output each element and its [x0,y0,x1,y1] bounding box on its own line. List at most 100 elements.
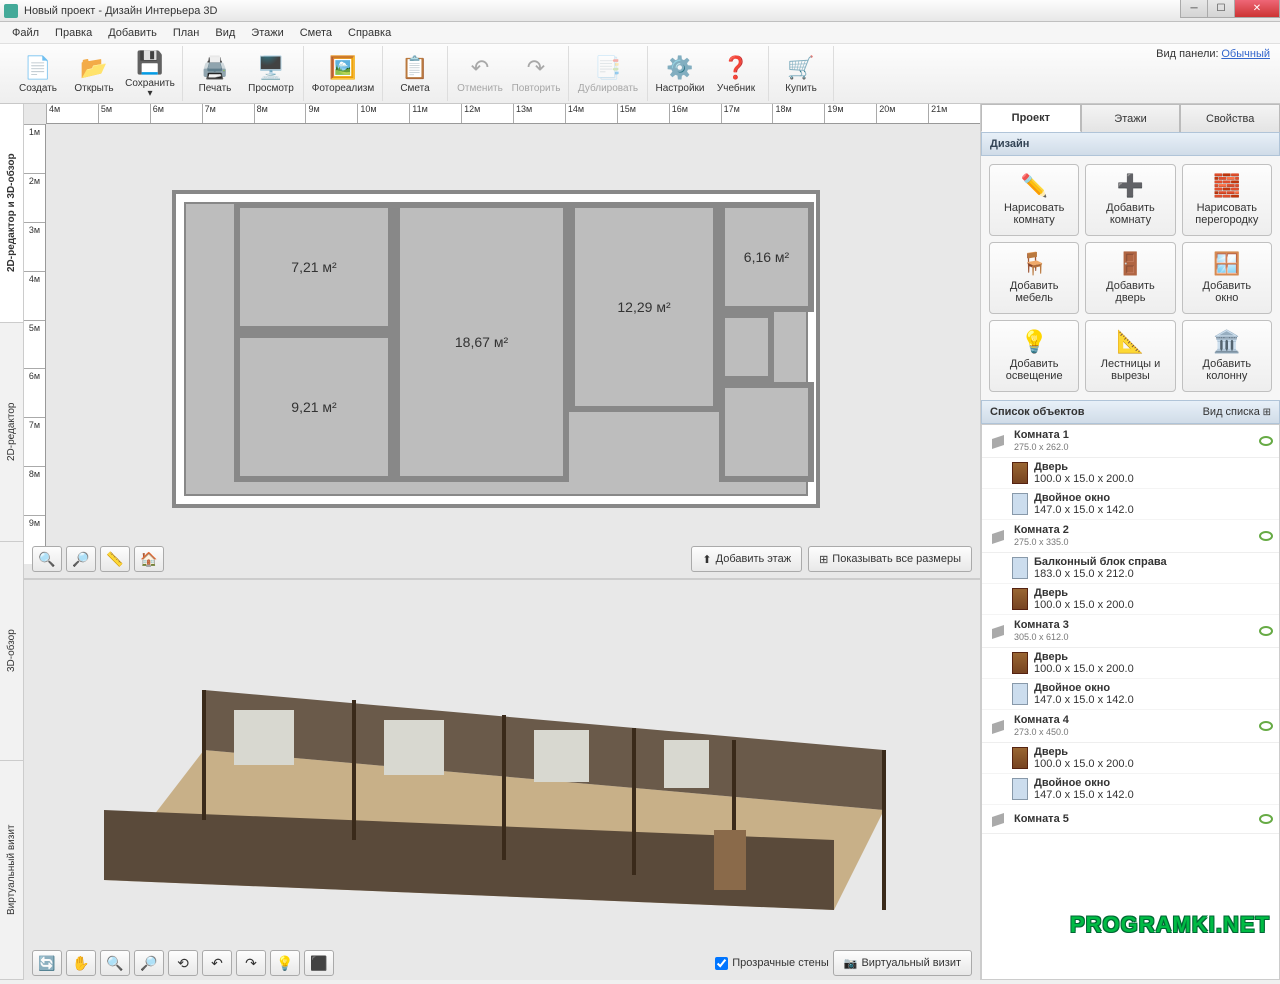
home-icon[interactable]: 🏠 [134,546,164,572]
zoom-out-3d-icon[interactable]: 🔍 [100,950,130,976]
menu-Вид[interactable]: Вид [207,24,243,42]
room[interactable]: 7,21 м² [234,202,394,332]
menu-Смета[interactable]: Смета [292,24,340,42]
zoom-in-icon[interactable]: 🔎 [66,546,96,572]
show-dimensions-button[interactable]: ⊞ Показывать все размеры [808,546,972,572]
side-tab-Проект[interactable]: Проект [981,104,1081,132]
buy-button[interactable]: 🛒Купить [773,46,829,102]
object-item[interactable]: Дверь100.0 x 15.0 x 200.0 [982,743,1279,774]
room[interactable]: 9,21 м² [234,332,394,482]
redo-view-icon[interactable]: ↷ [236,950,266,976]
menu-Файл[interactable]: Файл [4,24,47,42]
view-2d[interactable]: 4м5м6м7м8м9м10м11м12м13м14м15м16м17м18м1… [24,104,980,580]
open-button[interactable]: 📂Открыть [66,46,122,102]
app-icon [4,4,18,18]
design-Добавить-комнату[interactable]: ➕Добавитькомнату [1085,164,1175,236]
left-tab-3[interactable]: Виртуальный визит [0,761,23,980]
panel-mode-link[interactable]: Обычный [1221,48,1270,60]
menu-Справка[interactable]: Справка [340,24,399,42]
object-item[interactable]: Дверь100.0 x 15.0 x 200.0 [982,584,1279,615]
design-Добавить-колонну[interactable]: 🏛️Добавитьколонну [1182,320,1272,392]
photoreal-button[interactable]: 🖼️Фотореализм [308,46,378,102]
toolbar: 📄Создать📂Открыть💾Сохранить ▾🖨️Печать🖥️Пр… [0,44,1280,104]
menu-План[interactable]: План [165,24,208,42]
virtual-visit-button[interactable]: 📷 Виртуальный визит [833,950,972,976]
door-icon [1012,588,1028,610]
manual-icon: ❓ [722,54,750,82]
reset-view-icon[interactable]: ⟲ [168,950,198,976]
settings-button[interactable]: ⚙️Настройки [652,46,708,102]
object-room[interactable]: Комната 3305.0 x 612.0 [982,615,1279,648]
design-Лестницы и-вырезы[interactable]: 📐Лестницы ивырезы [1085,320,1175,392]
left-tab-0[interactable]: 2D-редактор и 3D-обзор [0,104,23,323]
manual-button[interactable]: ❓Учебник [708,46,764,102]
design-Добавить-мебель[interactable]: 🪑Добавитьмебель [989,242,1079,314]
door-icon [1012,462,1028,484]
settings-icon: ⚙️ [666,54,694,82]
room-icon [988,526,1008,546]
print-button[interactable]: 🖨️Печать [187,46,243,102]
close-button[interactable]: ✕ [1234,0,1280,18]
scene-3d[interactable] [74,600,894,930]
design-Нарисовать-комнату[interactable]: ✏️Нарисоватькомнату [989,164,1079,236]
canvas-2d[interactable]: 7,21 м²18,67 м²12,29 м²6,16 м² 9,21 м² [46,124,976,538]
design-Добавить-дверь[interactable]: 🚪Добавитьдверь [1085,242,1175,314]
visibility-icon[interactable] [1259,531,1273,541]
menu-Правка[interactable]: Правка [47,24,100,42]
zoom-out-icon[interactable]: 🔍 [32,546,62,572]
window-title: Новый проект - Дизайн Интерьера 3D [24,5,217,17]
visibility-icon[interactable] [1259,721,1273,731]
room[interactable]: 18,67 м² [394,202,569,482]
object-list[interactable]: Комната 1275.0 x 262.0Дверь100.0 x 15.0 … [981,424,1280,980]
object-item[interactable]: Дверь100.0 x 15.0 x 200.0 [982,458,1279,489]
object-item[interactable]: Двойное окно147.0 x 15.0 x 142.0 [982,679,1279,710]
zoom-in-3d-icon[interactable]: 🔎 [134,950,164,976]
left-tab-1[interactable]: 2D-редактор [0,323,23,542]
object-room[interactable]: Комната 2275.0 x 335.0 [982,520,1279,553]
create-button[interactable]: 📄Создать [10,46,66,102]
room[interactable]: 12,29 м² [569,202,719,412]
design-Добавить-окно[interactable]: 🪟Добавитьокно [1182,242,1272,314]
preview-button[interactable]: 🖥️Просмотр [243,46,299,102]
object-item[interactable]: Двойное окно147.0 x 15.0 x 142.0 [982,489,1279,520]
visibility-icon[interactable] [1259,436,1273,446]
side-tab-Свойства[interactable]: Свойства [1180,104,1280,132]
orbit-icon[interactable]: 🔄 [32,950,62,976]
object-item[interactable]: Двойное окно147.0 x 15.0 x 142.0 [982,774,1279,805]
design-Нарисовать-перегородку[interactable]: 🧱Нарисоватьперегородку [1182,164,1272,236]
left-tab-2[interactable]: 3D-обзор [0,542,23,761]
side-tab-Этажи[interactable]: Этажи [1081,104,1181,132]
object-room[interactable]: Комната 1275.0 x 262.0 [982,425,1279,458]
view-3d[interactable]: 🔄 ✋ 🔍 🔎 ⟲ ↶ ↷ 💡 ⬛ Прозрачные стены 📷 Вир… [24,580,980,980]
visibility-icon[interactable] [1259,814,1273,824]
door-icon [1012,652,1028,674]
menu-Добавить[interactable]: Добавить [100,24,165,42]
pan-icon[interactable]: ✋ [66,950,96,976]
minimize-button[interactable]: ─ [1180,0,1208,18]
win-icon [1012,778,1028,800]
menu-Этажи[interactable]: Этажи [243,24,291,42]
visibility-icon[interactable] [1259,626,1273,636]
room[interactable] [719,312,774,382]
room[interactable] [719,382,814,482]
transparent-walls-checkbox[interactable]: Прозрачные стены [715,957,828,970]
undo-view-icon[interactable]: ↶ [202,950,232,976]
add-floor-button[interactable]: ⬆ Добавить этаж [691,546,802,572]
object-item[interactable]: Дверь100.0 x 15.0 x 200.0 [982,648,1279,679]
estimate-button[interactable]: 📋Смета [387,46,443,102]
redo-button: ↷Повторить [508,46,564,102]
design-Добавить-освещение[interactable]: 💡Добавитьосвещение [989,320,1079,392]
floor-plan[interactable]: 7,21 м²18,67 м²12,29 м²6,16 м² 9,21 м² [176,194,816,504]
redo-icon: ↷ [522,54,550,82]
maximize-button[interactable]: ☐ [1207,0,1235,18]
duplicate-button: 📑Дублировать [573,46,643,102]
measure-icon[interactable]: 📏 [100,546,130,572]
object-room[interactable]: Комната 5 [982,805,1279,834]
object-room[interactable]: Комната 4273.0 x 450.0 [982,710,1279,743]
wall-icon[interactable]: ⬛ [304,950,334,976]
toolbar-3d: 🔄 ✋ 🔍 🔎 ⟲ ↶ ↷ 💡 ⬛ Прозрачные стены 📷 Вир… [32,950,972,976]
light-icon[interactable]: 💡 [270,950,300,976]
object-item[interactable]: Балконный блок справа183.0 x 15.0 x 212.… [982,553,1279,584]
save-button[interactable]: 💾Сохранить ▾ [122,46,178,102]
room[interactable]: 6,16 м² [719,202,814,312]
